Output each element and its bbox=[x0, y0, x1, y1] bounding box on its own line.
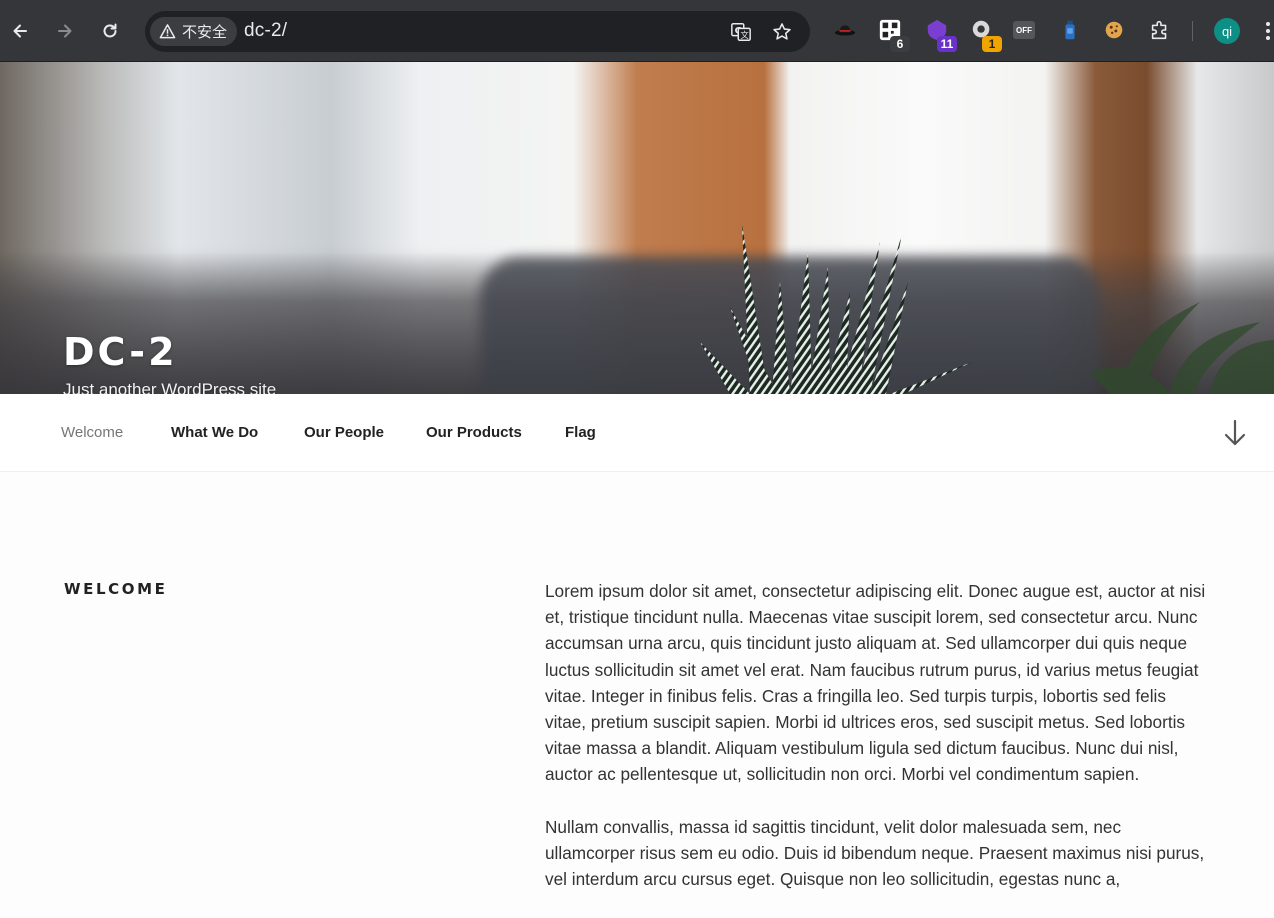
more-vert-icon[interactable] bbox=[1262, 20, 1274, 42]
nav-item-flag[interactable]: Flag bbox=[565, 424, 596, 441]
nav-item-what-we-do[interactable]: What We Do bbox=[171, 424, 258, 441]
site-title[interactable]: DC-2 bbox=[63, 330, 178, 374]
nav-item-our-people[interactable]: Our People bbox=[304, 424, 384, 441]
reload-button[interactable] bbox=[93, 14, 127, 48]
hat-extension-button[interactable] bbox=[832, 17, 858, 43]
toolbar-divider bbox=[1192, 21, 1193, 41]
hat-icon bbox=[834, 25, 856, 36]
address-bar[interactable]: 不安全 dc-2/ G 文 bbox=[145, 11, 810, 52]
svg-text:文: 文 bbox=[741, 30, 749, 40]
cookie-extension-button[interactable] bbox=[1101, 17, 1127, 43]
off-extension-button[interactable]: OFF bbox=[1011, 17, 1037, 43]
bookmark-star-button[interactable] bbox=[770, 20, 794, 44]
extensions-menu-button[interactable] bbox=[1147, 17, 1173, 43]
qr-extension-button[interactable]: 6 bbox=[877, 17, 910, 52]
page-heading: WELCOME bbox=[64, 580, 168, 598]
site-description: Just another WordPress site bbox=[63, 380, 277, 394]
extension-badge: 1 bbox=[982, 36, 1002, 52]
cookie-icon bbox=[1105, 21, 1123, 39]
scroll-down-arrow-icon[interactable] bbox=[1222, 418, 1248, 448]
content-paragraph: Nullam convallis, massa id sagittis tinc… bbox=[545, 816, 1205, 890]
arrow-right-icon bbox=[58, 24, 72, 38]
extension-badge: 11 bbox=[937, 36, 957, 52]
security-indicator[interactable]: 不安全 bbox=[150, 17, 238, 46]
warning-icon bbox=[159, 24, 176, 39]
bottle-extension-button[interactable] bbox=[1057, 17, 1083, 43]
nav-item-our-products[interactable]: Our Products bbox=[426, 424, 522, 441]
purple-extension-button[interactable]: 11 bbox=[924, 17, 957, 52]
bottle-icon bbox=[1065, 20, 1075, 40]
main-navigation: Welcome What We Do Our People Our Produc… bbox=[0, 394, 1274, 472]
grey-circle-extension-button[interactable]: 1 bbox=[969, 17, 1002, 52]
background-plant-graphic bbox=[1090, 302, 1274, 394]
profile-avatar[interactable]: qi bbox=[1214, 18, 1240, 44]
url-text[interactable]: dc-2/ bbox=[244, 20, 287, 42]
translate-icon: G 文 bbox=[731, 23, 751, 41]
content-paragraph: Lorem ipsum dolor sit amet, consectetur … bbox=[545, 581, 1206, 785]
reload-icon bbox=[103, 23, 117, 38]
nav-item-welcome[interactable]: Welcome bbox=[61, 424, 123, 441]
browser-toolbar: 不安全 dc-2/ G 文 6 11 1 OFF bbox=[0, 0, 1274, 62]
extension-badge: 6 bbox=[890, 36, 910, 52]
forward-button[interactable] bbox=[48, 14, 82, 48]
back-button[interactable] bbox=[3, 14, 37, 48]
succulent-plant-graphic bbox=[700, 224, 972, 394]
arrow-left-icon bbox=[13, 24, 27, 38]
star-icon bbox=[773, 23, 791, 40]
off-toggle-icon: OFF bbox=[1013, 21, 1035, 39]
security-label: 不安全 bbox=[182, 24, 228, 41]
page-content: Lorem ipsum dolor sit amet, consectetur … bbox=[545, 578, 1210, 918]
puzzle-icon bbox=[1151, 20, 1167, 40]
site-header-image: DC-2 Just another WordPress site bbox=[0, 62, 1274, 394]
translate-button[interactable]: G 文 bbox=[729, 20, 753, 44]
